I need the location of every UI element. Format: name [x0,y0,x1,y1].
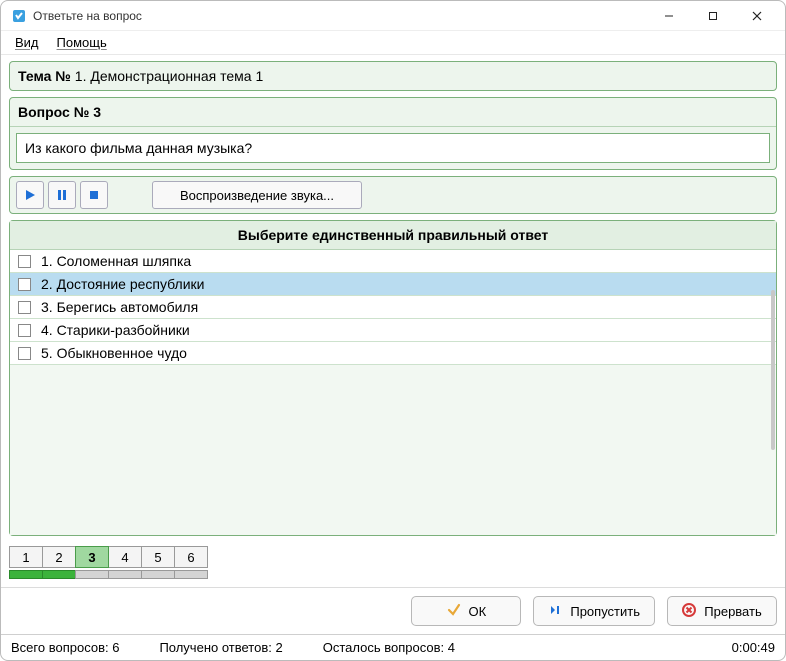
abort-button[interactable]: Прервать [667,596,777,626]
answer-row[interactable]: 4. Старики-разбойники [10,319,776,342]
pause-button[interactable] [48,181,76,209]
nav-question[interactable]: 6 [174,546,208,568]
answer-label: 1. Соломенная шляпка [41,253,191,269]
question-panel: Вопрос № 3 Из какого фильма данная музык… [9,97,777,170]
topic-prefix: Тема № [18,68,71,84]
status-time: 0:00:49 [732,640,775,655]
nav-question[interactable]: 4 [108,546,142,568]
answers-body: 1. Соломенная шляпка 2. Достояние республ… [10,250,776,535]
nav-question[interactable]: 3 [75,546,109,568]
check-icon [447,603,461,620]
audio-status-button[interactable]: Воспроизведение звука... [152,181,362,209]
answer-checkbox[interactable] [18,301,31,314]
abort-icon [682,603,696,620]
answer-row[interactable]: 3. Берегись автомобиля [10,296,776,319]
app-icon [11,8,27,24]
nav-progress [9,570,43,579]
nav-progress [75,570,109,579]
question-nav: 123456 [9,542,777,583]
window-title: Ответьте на вопрос [33,9,647,23]
ok-button[interactable]: ОК [411,596,521,626]
stop-button[interactable] [80,181,108,209]
status-answered: Получено ответов: 2 [159,640,282,655]
menu-help[interactable]: Помощь [49,33,115,52]
answer-checkbox[interactable] [18,347,31,360]
play-button[interactable] [16,181,44,209]
ok-label: ОК [469,604,487,619]
answer-label: 4. Старики-разбойники [41,322,190,338]
answer-checkbox[interactable] [18,255,31,268]
answer-checkbox[interactable] [18,278,31,291]
skip-button[interactable]: Пропустить [533,596,655,626]
menu-view[interactable]: Вид [7,33,47,52]
skip-icon [548,603,562,620]
nav-question[interactable]: 2 [42,546,76,568]
nav-progress [42,570,76,579]
status-total: Всего вопросов: 6 [11,640,119,655]
topic-text: 1. Демонстрационная тема 1 [71,68,263,84]
nav-question[interactable]: 5 [141,546,175,568]
menubar: Вид Помощь [1,31,785,55]
question-text: Из какого фильма данная музыка? [16,133,770,163]
status-remaining: Осталось вопросов: 4 [323,640,455,655]
statusbar: Всего вопросов: 6 Получено ответов: 2 Ос… [1,634,785,660]
answer-row[interactable]: 5. Обыкновенное чудо [10,342,776,365]
answer-label: 2. Достояние республики [41,276,204,292]
content: Тема № 1. Демонстрационная тема 1 Вопрос… [1,55,785,587]
skip-label: Пропустить [570,604,640,619]
minimize-button[interactable] [647,2,691,30]
scrollbar[interactable] [771,290,775,450]
answer-label: 3. Берегись автомобиля [41,299,198,315]
audio-panel: Воспроизведение звука... [9,176,777,214]
answer-row[interactable]: 1. Соломенная шляпка [10,250,776,273]
answers-panel: Выберите единственный правильный ответ 1… [9,220,777,536]
topic-panel: Тема № 1. Демонстрационная тема 1 [9,61,777,91]
nav-progress [174,570,208,579]
nav-question[interactable]: 1 [9,546,43,568]
titlebar: Ответьте на вопрос [1,1,785,31]
nav-progress [141,570,175,579]
answer-label: 5. Обыкновенное чудо [41,345,187,361]
close-button[interactable] [735,2,779,30]
answer-checkbox[interactable] [18,324,31,337]
maximize-button[interactable] [691,2,735,30]
nav-progress [108,570,142,579]
action-row: ОК Пропустить Прервать [1,587,785,634]
abort-label: Прервать [704,604,761,619]
answer-row[interactable]: 2. Достояние республики [10,273,776,296]
answers-header: Выберите единственный правильный ответ [10,221,776,250]
question-header: Вопрос № 3 [10,98,776,127]
